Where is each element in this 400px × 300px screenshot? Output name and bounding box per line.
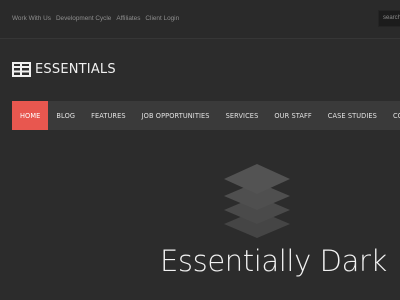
nav-item-features[interactable]: FEATURES <box>83 101 134 130</box>
nav-item-case-studies[interactable]: CASE STUDIES <box>320 101 385 130</box>
nav-item-services[interactable]: SERVICES <box>218 101 267 130</box>
link-development-cycle[interactable]: Development Cycle <box>56 15 111 22</box>
nav-item-contact[interactable]: CONTACT <box>385 101 400 130</box>
nav-item-home[interactable]: HOME <box>12 101 49 130</box>
search-input[interactable]: search <box>378 10 400 27</box>
site-logo[interactable]: ESSENTIALS <box>12 62 116 77</box>
link-work-with-us[interactable]: Work With Us <box>12 15 51 22</box>
page: Work With Us Development Cycle Affiliate… <box>0 0 400 300</box>
top-utility-bar: Work With Us Development Cycle Affiliate… <box>0 0 400 39</box>
nav-item-our-staff[interactable]: OUR STAFF <box>266 101 319 130</box>
main-nav: HOME BLOG FEATURES JOB OPPORTUNITIES SER… <box>12 101 400 130</box>
link-affiliates[interactable]: Affiliates <box>116 15 140 22</box>
table-grid-icon <box>12 62 31 77</box>
nav-item-job-opportunities[interactable]: JOB OPPORTUNITIES <box>134 101 218 130</box>
nav-item-blog[interactable]: BLOG <box>48 101 83 130</box>
hero-title: Essentially Dark <box>160 244 387 278</box>
logo-text: ESSENTIALS <box>35 62 116 77</box>
utility-links: Work With Us Development Cycle Affiliate… <box>12 15 179 22</box>
layers-stack-icon <box>224 164 290 238</box>
link-client-login[interactable]: Client Login <box>145 15 179 22</box>
